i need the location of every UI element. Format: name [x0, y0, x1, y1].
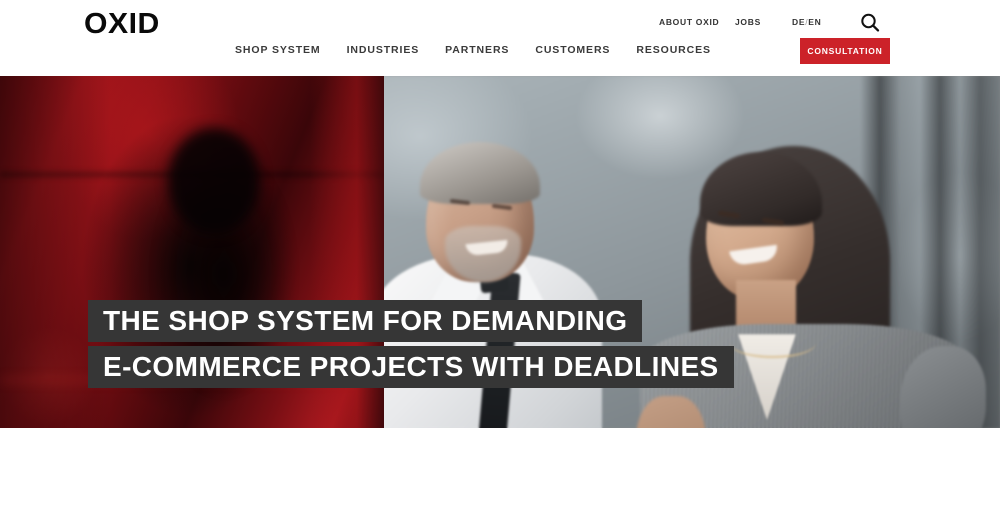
red-panel-figure-head: [168, 128, 260, 234]
language-en: EN: [808, 17, 822, 27]
search-icon: [858, 11, 882, 35]
consultation-button[interactable]: CONSULTATION: [800, 38, 890, 64]
site-header: OXID ABOUT OXID JOBS DE/EN SHOP SYSTEM I…: [0, 0, 1000, 76]
content-area-below-hero: [0, 428, 1000, 516]
utility-nav-item-about-oxid[interactable]: ABOUT OXID: [659, 17, 719, 27]
hero-headline-line-1: THE SHOP SYSTEM FOR DEMANDING: [88, 300, 643, 342]
language-de: DE: [792, 17, 806, 27]
hero-banner: THE SHOP SYSTEM FOR DEMANDING E-COMMERCE…: [0, 76, 1000, 428]
main-nav-item-customers[interactable]: CUSTOMERS: [522, 44, 623, 56]
language-switcher[interactable]: DE/EN: [792, 17, 822, 27]
main-nav-item-resources[interactable]: RESOURCES: [623, 44, 724, 56]
main-nav: SHOP SYSTEM INDUSTRIES PARTNERS CUSTOMER…: [230, 44, 724, 56]
utility-nav-item-jobs[interactable]: JOBS: [735, 17, 761, 27]
search-button[interactable]: [858, 11, 882, 35]
main-nav-item-shop-system[interactable]: SHOP SYSTEM: [230, 44, 334, 56]
oxid-logo[interactable]: OXID: [84, 10, 160, 39]
main-nav-item-partners[interactable]: PARTNERS: [432, 44, 522, 56]
hero-headline-line-2: E-COMMERCE PROJECTS WITH DEADLINES: [88, 346, 734, 388]
main-nav-item-industries[interactable]: INDUSTRIES: [334, 44, 433, 56]
hero-headline: THE SHOP SYSTEM FOR DEMANDING E-COMMERCE…: [88, 300, 1000, 388]
